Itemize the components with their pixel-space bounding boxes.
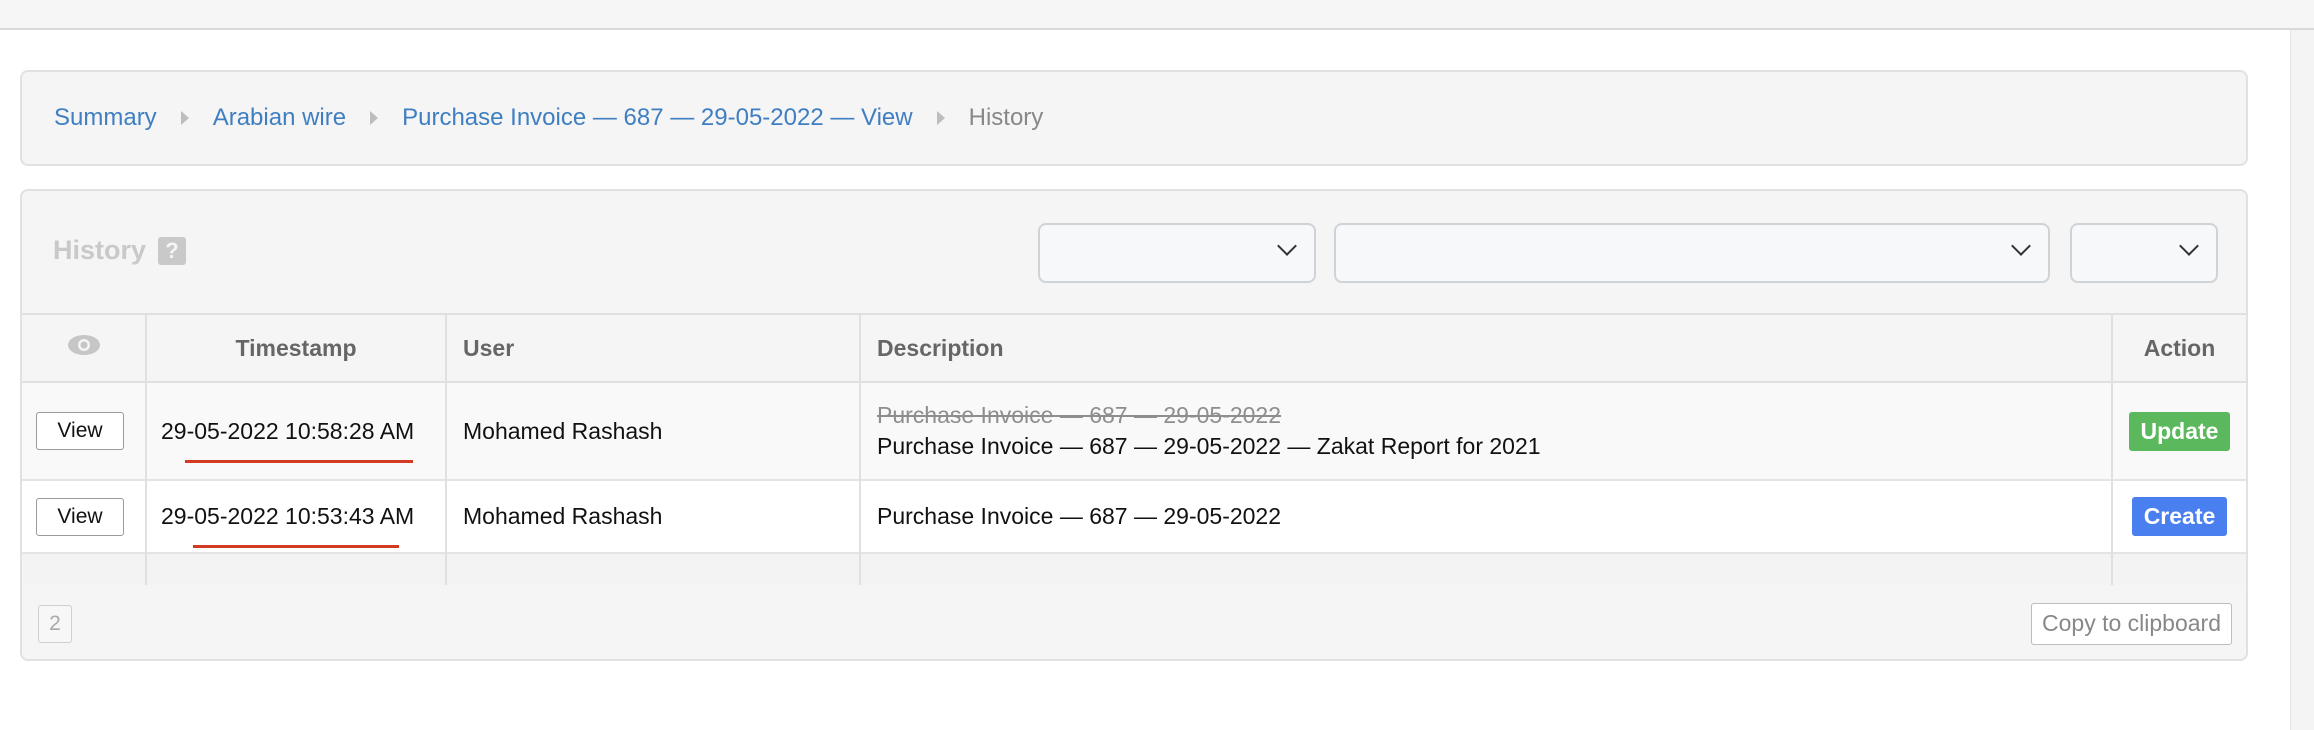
view-cell: View — [22, 480, 147, 553]
history-table: Timestamp User Description Action View 2… — [22, 313, 2246, 585]
column-header-visibility[interactable] — [22, 313, 147, 383]
breadcrumb-summary-link[interactable]: Summary — [54, 104, 157, 132]
view-cell: View — [22, 382, 147, 480]
column-header-action[interactable]: Action — [2112, 313, 2246, 383]
breadcrumb-caret-icon — [370, 111, 379, 125]
table-filler-row — [22, 553, 2246, 585]
action-cell: Update — [2112, 382, 2246, 480]
eye-icon — [67, 335, 100, 355]
filler-cell — [22, 553, 147, 585]
timestamp-text: 29-05-2022 10:53:43 AM — [161, 503, 415, 529]
action-cell: Create — [2112, 480, 2246, 553]
timestamp: 29-05-2022 10:53:43 AM — [161, 503, 415, 548]
column-header-description[interactable]: Description — [860, 313, 2113, 383]
filler-cell — [446, 553, 861, 585]
pagination-page[interactable]: 2 — [38, 605, 72, 643]
table-header-row: Timestamp User Description Action — [22, 313, 2246, 383]
view-button[interactable]: View — [36, 497, 124, 536]
filter-select-2[interactable] — [1334, 223, 2050, 283]
user-cell: Mohamed Rashash — [446, 480, 861, 553]
column-header-timestamp[interactable]: Timestamp — [146, 313, 447, 383]
chevron-down-icon — [2179, 236, 2199, 256]
old-description: Purchase Invoice — 687 — 29-05-2022 — [877, 402, 1282, 428]
breadcrumb-arabian-wire-link[interactable]: Arabian wire — [213, 104, 346, 132]
column-header-user[interactable]: User — [446, 313, 861, 383]
top-bar — [0, 0, 2314, 30]
breadcrumb-caret-icon — [180, 111, 189, 125]
filler-cell — [2112, 553, 2246, 585]
breadcrumb-caret-icon — [936, 111, 945, 125]
annotation-underline — [185, 459, 413, 463]
copy-to-clipboard-button[interactable]: Copy to clipboard — [2031, 603, 2232, 645]
breadcrumb-current: History — [968, 104, 1044, 131]
chevron-down-icon — [1277, 236, 1297, 256]
action-badge-update: Update — [2128, 411, 2231, 451]
breadcrumb: Summary Arabian wire Purchase Invoice — … — [20, 70, 2248, 166]
new-description: Purchase Invoice — 687 — 29-05-2022 — Za… — [877, 433, 1541, 459]
view-button[interactable]: View — [36, 412, 124, 450]
annotation-underline — [193, 545, 399, 548]
history-panel: History ? Timestamp User Description Act… — [20, 189, 2248, 661]
filter-select-3[interactable] — [2070, 223, 2218, 283]
breadcrumb-purchase-invoice-link[interactable]: Purchase Invoice — 687 — 29-05-2022 — Vi… — [402, 104, 913, 132]
scrollbar[interactable] — [2290, 30, 2314, 730]
chevron-down-icon — [2011, 236, 2031, 256]
filler-cell — [146, 553, 447, 585]
timestamp: 29-05-2022 10:58:28 AM — [161, 417, 415, 463]
help-icon[interactable]: ? — [158, 236, 187, 265]
description-cell: Purchase Invoice — 687 — 29-05-2022 — [860, 480, 2113, 553]
filler-cell — [860, 553, 2113, 585]
description-cell: Purchase Invoice — 687 — 29-05-2022 Purc… — [860, 382, 2113, 480]
table-row: View 29-05-2022 10:53:43 AM Mohamed Rash… — [22, 480, 2246, 553]
user-cell: Mohamed Rashash — [446, 382, 861, 480]
table-row: View 29-05-2022 10:58:28 AM Mohamed Rash… — [22, 382, 2246, 480]
timestamp-text: 29-05-2022 10:58:28 AM — [161, 417, 415, 444]
history-title: History — [53, 235, 147, 265]
filter-select-1[interactable] — [1038, 223, 1316, 283]
action-badge-create: Create — [2131, 497, 2228, 536]
timestamp-cell: 29-05-2022 10:53:43 AM — [146, 480, 447, 553]
history-header: History ? — [53, 235, 187, 266]
timestamp-cell: 29-05-2022 10:58:28 AM — [146, 382, 447, 480]
